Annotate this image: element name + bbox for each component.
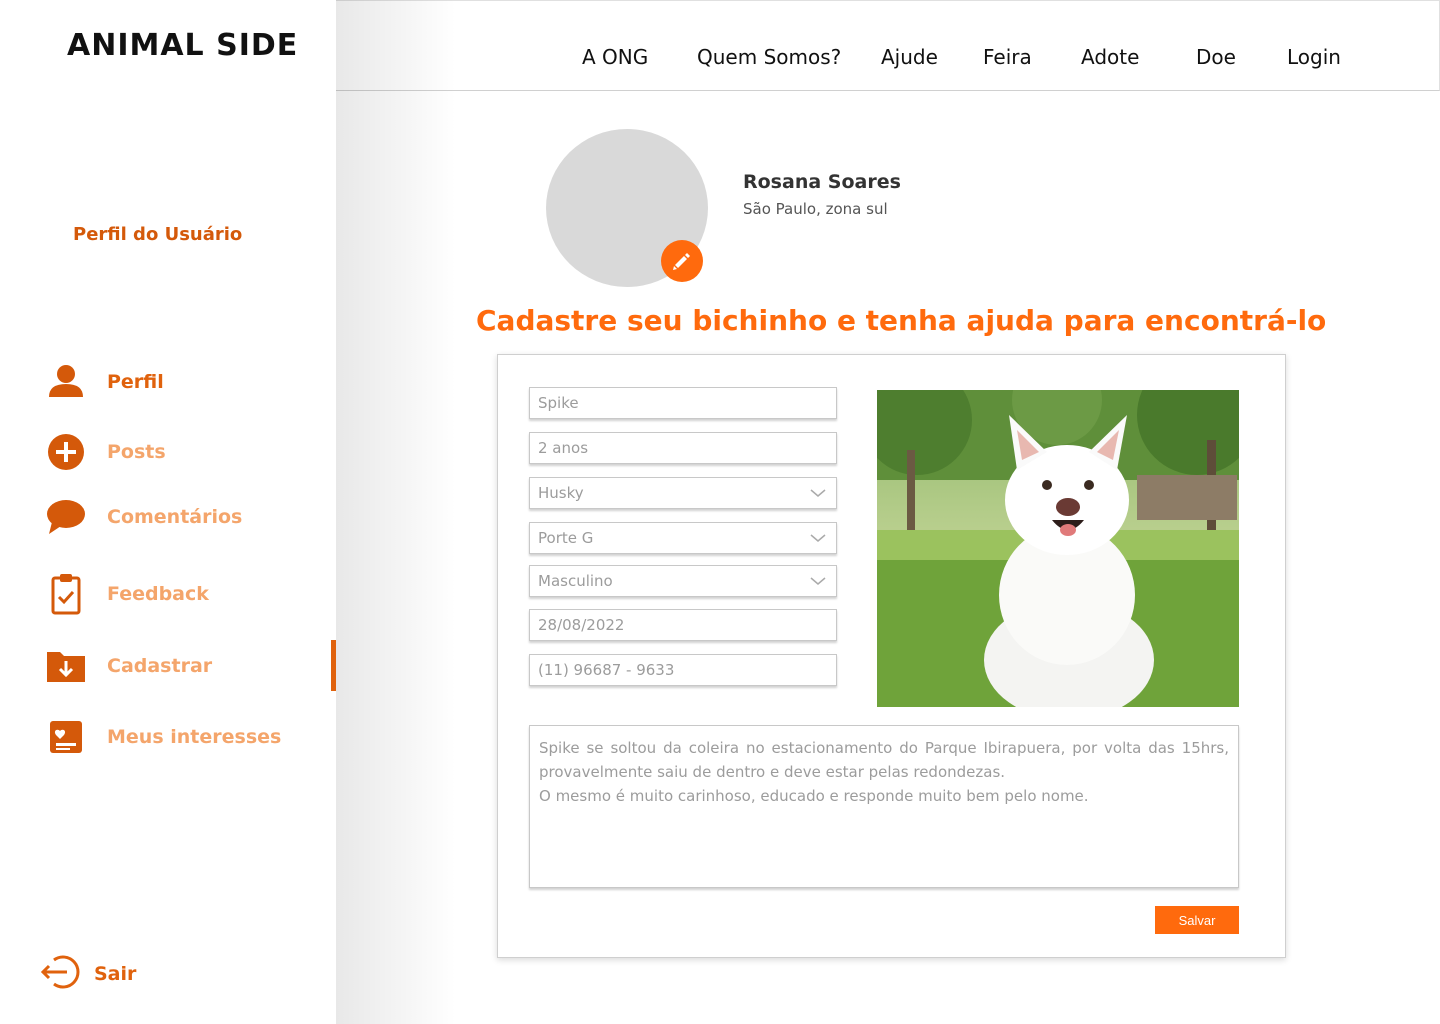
plus-circle-icon [46,432,86,472]
chevron-down-icon [810,534,826,542]
nav-link-feira[interactable]: Feira [983,45,1032,69]
logo[interactable]: ANIMAL SIDE [67,28,298,63]
heart-card-icon [46,717,86,757]
pet-photo[interactable] [877,390,1239,707]
sidebar-item-label: Perfil [107,371,164,393]
description-text: Spike se soltou da coleira no estacionam… [539,739,1229,805]
sidebar-item-label: Posts [107,441,166,463]
date-field[interactable]: 28/08/2022 [529,609,837,641]
nav-link-doe[interactable]: Doe [1196,45,1236,69]
chat-bubble-icon [46,497,86,537]
pet-name-field[interactable]: Spike [529,387,837,419]
nav-link-adote[interactable]: Adote [1081,45,1139,69]
field-value: Spike [538,394,579,412]
nav-link-ajude[interactable]: Ajude [881,45,938,69]
sidebar: ANIMAL SIDE Perfil do Usuário Perfil Pos… [0,0,336,1024]
sidebar-item-cadastrar[interactable]: Cadastrar [46,644,212,688]
top-navigation-bar: A ONG Quem Somos? Ajude Feira Adote Doe … [336,0,1440,91]
active-indicator [331,640,336,691]
sidebar-item-label: Cadastrar [107,655,213,677]
chevron-down-icon [810,577,826,585]
sidebar-item-posts[interactable]: Posts [46,430,166,474]
logout-button[interactable]: Sair [40,952,136,996]
nav-link-quem-somos[interactable]: Quem Somos? [697,45,841,69]
phone-field[interactable]: (11) 96687 - 9633 [529,654,837,686]
sidebar-item-comentarios[interactable]: Comentários [46,495,242,539]
logout-label: Sair [94,963,137,985]
sidebar-item-meus-interesses[interactable]: Meus interesses [46,715,281,759]
field-value: (11) 96687 - 9633 [538,661,675,679]
sidebar-item-label: Meus interesses [107,726,282,748]
field-value: Porte G [538,529,594,547]
sex-select[interactable]: Masculino [529,565,837,597]
field-value: 2 anos [538,439,589,457]
edit-avatar-button[interactable] [661,240,703,282]
sidebar-item-feedback[interactable]: Feedback [46,572,209,616]
description-textarea[interactable]: Spike se soltou da coleira no estacionam… [529,725,1239,888]
dog-photo-illustration [877,390,1239,707]
breed-select[interactable]: Husky [529,477,837,509]
page-title: Cadastre seu bichinho e tenha ajuda para… [476,304,1327,337]
clipboard-check-icon [46,574,86,615]
field-value: 28/08/2022 [538,616,625,634]
sidebar-item-perfil[interactable]: Perfil [46,360,164,404]
nav-link-login[interactable]: Login [1287,45,1341,69]
pet-age-field[interactable]: 2 anos [529,432,837,464]
field-value: Husky [538,484,584,502]
sidebar-item-label: Feedback [107,583,209,605]
save-button[interactable]: Salvar [1155,906,1239,934]
sidebar-item-label: Comentários [107,506,243,528]
user-icon [46,362,86,402]
pet-registration-form: Spike 2 anos Husky Porte G Masculino 28/… [497,354,1286,958]
nav-link-a-ong[interactable]: A ONG [582,45,648,69]
logout-icon [40,952,80,996]
size-select[interactable]: Porte G [529,522,837,554]
pencil-icon [673,253,690,270]
chevron-down-icon [810,489,826,497]
field-value: Masculino [538,572,613,590]
sidebar-shadow [336,0,456,1024]
user-name: Rosana Soares [743,171,901,193]
sidebar-heading: Perfil do Usuário [73,224,243,245]
user-location: São Paulo, zona sul [743,200,888,218]
folder-download-icon [46,646,86,686]
